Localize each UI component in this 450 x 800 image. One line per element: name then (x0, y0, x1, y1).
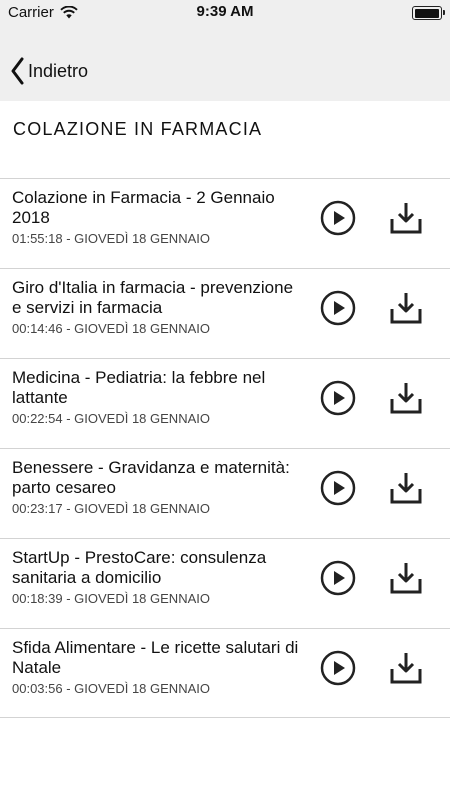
episode-row[interactable]: StartUp - PrestoCare: consulenza sanitar… (0, 538, 450, 628)
episode-title: StartUp - PrestoCare: consulenza sanitar… (12, 548, 267, 587)
battery-level (414, 8, 439, 18)
download-icon[interactable] (389, 380, 423, 416)
episode-title: Giro d'Italia in farmacia - prevenzione … (12, 278, 294, 317)
episode-list: Colazione in Farmacia - 2 Gennaio 2018 0… (0, 178, 450, 718)
download-icon[interactable] (389, 650, 423, 686)
play-circle-icon[interactable] (320, 470, 356, 506)
download-icon[interactable] (389, 290, 423, 326)
play-circle-icon[interactable] (320, 380, 356, 416)
download-icon[interactable] (389, 200, 423, 236)
back-button[interactable]: Indietro (10, 57, 88, 85)
chevron-left-icon (11, 57, 24, 85)
navigation-bar: Indietro (0, 26, 450, 101)
page-title: COLAZIONE IN FARMACIA (13, 119, 263, 139)
play-circle-icon[interactable] (320, 650, 356, 686)
episode-meta: 00:22:54 - GIOVEDÌ 18 GENNAIO (12, 411, 210, 426)
play-circle-icon[interactable] (320, 560, 356, 596)
episode-row[interactable]: Giro d'Italia in farmacia - prevenzione … (0, 268, 450, 358)
episode-meta: 00:18:39 - GIOVEDÌ 18 GENNAIO (12, 591, 210, 606)
episode-meta: 00:23:17 - GIOVEDÌ 18 GENNAIO (12, 501, 210, 516)
download-icon[interactable] (389, 560, 423, 596)
play-circle-icon[interactable] (320, 290, 356, 326)
episode-row[interactable]: Colazione in Farmacia - 2 Gennaio 2018 0… (0, 178, 450, 268)
episode-title: Medicina - Pediatria: la febbre nel latt… (12, 368, 266, 407)
episode-row[interactable]: Benessere - Gravidanza e maternità: part… (0, 448, 450, 538)
episode-meta: 01:55:18 - GIOVEDÌ 18 GENNAIO (12, 231, 210, 246)
episode-title: Colazione in Farmacia - 2 Gennaio 2018 (12, 188, 275, 227)
episode-meta: 00:03:56 - GIOVEDÌ 18 GENNAIO (12, 681, 210, 696)
status-bar: Carrier 9:39 AM (0, 0, 450, 26)
status-time: 9:39 AM (196, 3, 254, 20)
episode-title: Sfida Alimentare - Le ricette salutari d… (12, 638, 299, 677)
download-icon[interactable] (389, 470, 423, 506)
episode-row[interactable]: Sfida Alimentare - Le ricette salutari d… (0, 628, 450, 718)
back-label: Indietro (28, 60, 89, 81)
episode-meta: 00:14:46 - GIOVEDÌ 18 GENNAIO (12, 321, 210, 336)
play-circle-icon[interactable] (320, 200, 356, 236)
episode-title: Benessere - Gravidanza e maternità: part… (12, 458, 290, 497)
battery-icon (412, 6, 445, 20)
episode-row[interactable]: Medicina - Pediatria: la febbre nel latt… (0, 358, 450, 448)
